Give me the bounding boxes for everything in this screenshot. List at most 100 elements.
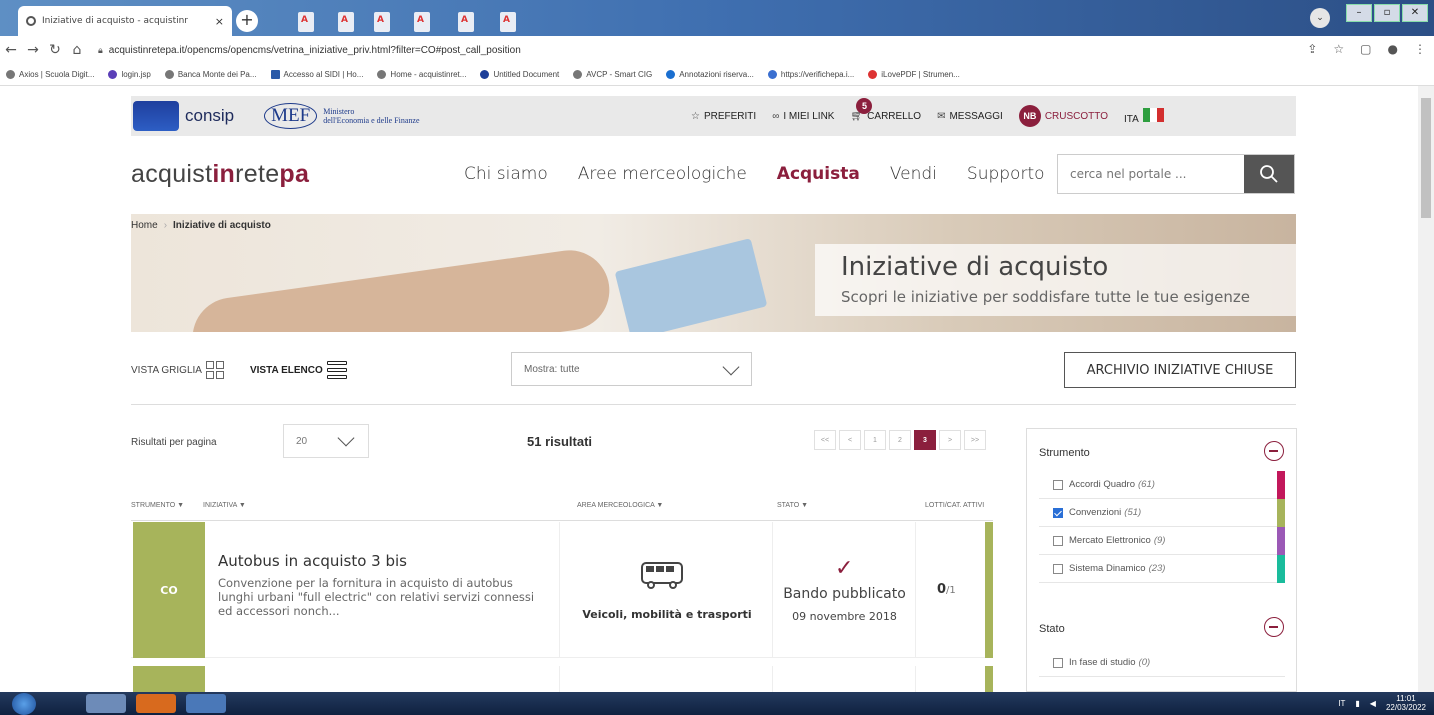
page-number[interactable]: 2 <box>889 430 911 450</box>
browser-tab[interactable]: Iniziative di acquisto - acquistinr × <box>18 6 232 36</box>
close-window-button[interactable]: ✕ <box>1402 4 1428 22</box>
pdf-tab-icon[interactable] <box>500 12 516 32</box>
scrollbar-thumb[interactable] <box>1421 98 1431 218</box>
col-strumento[interactable]: STRUMENTO ▼ <box>131 502 184 509</box>
nav-chi-siamo[interactable]: Chi siamo <box>464 164 548 184</box>
pdf-tab-icon[interactable] <box>338 12 354 32</box>
bookmark-item[interactable]: Untitled Document <box>480 70 559 79</box>
bookmark-item[interactable]: Annotazioni riserva... <box>666 70 754 79</box>
language-indicator[interactable]: IT <box>1338 699 1345 708</box>
page-prev[interactable]: < <box>839 430 861 450</box>
page-last[interactable]: >> <box>964 430 986 450</box>
home-icon[interactable]: ⌂ <box>66 42 88 58</box>
star-icon[interactable]: ☆ <box>1333 42 1344 56</box>
tab-title: Iniziative di acquisto - acquistinr <box>42 16 189 26</box>
pdf-tab-icon[interactable] <box>458 12 474 32</box>
filter-sistema-dinamico[interactable]: Sistema Dinamico (23) <box>1039 555 1285 583</box>
initiative-title[interactable]: Autobus in acquisto 3 bis <box>218 552 407 570</box>
filter-in-fase-di-studio[interactable]: In fase di studio (0) <box>1039 649 1285 677</box>
checkbox[interactable] <box>1053 563 1063 574</box>
forward-icon[interactable]: → <box>22 42 44 58</box>
row-color-bar <box>985 522 993 658</box>
menu-icon[interactable]: ⋮ <box>1414 42 1426 56</box>
pdf-tab-icon[interactable] <box>298 12 314 32</box>
breadcrumb-home[interactable]: Home <box>131 220 158 231</box>
preferiti-link[interactable]: ☆ PREFERITI <box>691 111 756 122</box>
tab-search-icon[interactable]: ⌄ <box>1310 8 1330 28</box>
chrome-taskbar-icon[interactable] <box>186 694 226 713</box>
bookmark-item[interactable]: https://verifichepa.i... <box>767 70 854 79</box>
collapse-minus-icon[interactable] <box>1264 441 1284 461</box>
share-icon[interactable]: ⇪ <box>1307 42 1317 56</box>
search-button[interactable] <box>1244 155 1294 193</box>
col-area[interactable]: AREA MERCEOLOGICA ▼ <box>577 502 663 509</box>
bookmark-item[interactable]: iLovePDF | Strumen... <box>868 70 960 79</box>
minimize-button[interactable]: – <box>1346 4 1372 22</box>
row-color-bar <box>985 666 993 692</box>
messaggi-link[interactable]: ✉ MESSAGGI <box>937 111 1003 122</box>
page-first[interactable]: << <box>814 430 836 450</box>
tab-close-icon[interactable]: × <box>215 15 224 28</box>
consip-logo[interactable] <box>133 101 179 131</box>
list-view-icon <box>326 361 347 379</box>
filter-mercato-elettronico[interactable]: Mercato Elettronico (9) <box>1039 527 1285 555</box>
hero-image <box>187 245 615 332</box>
checkbox[interactable] <box>1053 535 1063 546</box>
page-scrollbar[interactable] <box>1418 86 1434 692</box>
network-icon[interactable]: ▮ <box>1355 699 1359 708</box>
pdf-tab-icon[interactable] <box>374 12 390 32</box>
bookmark-item[interactable]: login.jsp <box>108 70 151 79</box>
volume-icon[interactable]: ◀ <box>1370 699 1376 708</box>
area-cell <box>559 666 773 692</box>
nav-supporto[interactable]: Supporto <box>967 164 1045 184</box>
filter-accordi-quadro[interactable]: Accordi Quadro (61) <box>1039 471 1285 499</box>
profile-icon[interactable]: ● <box>1388 42 1398 56</box>
carrello-link[interactable]: 5 🛒︎ CARRELLO <box>850 97 921 122</box>
nav-aree-merceologiche[interactable]: Aree merceologiche <box>578 164 747 184</box>
pdf-tab-icon[interactable] <box>414 12 430 32</box>
maximize-button[interactable]: ▫ <box>1374 4 1400 22</box>
bookmark-item[interactable]: Accesso al SIDI | Ho... <box>270 70 363 79</box>
mostra-select[interactable]: Mostra: tutte <box>511 352 752 386</box>
checkbox[interactable] <box>1053 657 1063 668</box>
col-iniziativa[interactable]: INIZIATIVA ▼ <box>203 502 246 509</box>
per-page-select[interactable]: 20 <box>283 424 369 458</box>
page-number[interactable]: 1 <box>864 430 886 450</box>
start-button[interactable] <box>12 693 36 715</box>
page-next[interactable]: > <box>939 430 961 450</box>
col-stato[interactable]: STATO ▼ <box>777 502 808 509</box>
explorer-taskbar-icon[interactable] <box>86 694 126 713</box>
collapse-minus-icon[interactable] <box>1264 617 1284 637</box>
nav-vendi[interactable]: Vendi <box>890 164 937 184</box>
cruscotto-link[interactable]: NB CRUSCOTTO <box>1018 105 1108 127</box>
bookmark-item[interactable]: AVCP - Smart CIG <box>573 70 652 79</box>
mef-logo[interactable]: MEF <box>264 103 318 129</box>
bookmark-item[interactable]: Axios | Scuola Digit... <box>6 70 94 79</box>
system-clock[interactable]: 11:01 22/03/2022 <box>1386 694 1426 712</box>
nav-acquista[interactable]: Acquista <box>777 164 860 184</box>
filter-convenzioni[interactable]: Convenzioni (51) <box>1039 499 1285 527</box>
search-input[interactable] <box>1058 155 1244 193</box>
cart-count-badge: 5 <box>856 97 873 114</box>
checkbox-checked[interactable] <box>1053 507 1063 518</box>
firefox-taskbar-icon[interactable] <box>136 694 176 713</box>
table-row[interactable]: CO Autobus in acquisto 3 bis Convenzione… <box>131 522 993 658</box>
url-field[interactable]: 🔒︎ acquistinretepa.it/opencms/opencms/vet… <box>98 45 521 56</box>
bookmark-item[interactable]: Banca Monte dei Pa... <box>164 70 257 79</box>
site-logo[interactable]: acquistinretepa <box>131 160 309 189</box>
bookmark-item[interactable]: Home - acquistinret... <box>377 70 466 79</box>
reload-icon[interactable]: ↻ <box>44 42 66 58</box>
language-selector[interactable]: ITA <box>1124 107 1164 125</box>
table-row[interactable] <box>131 666 993 692</box>
vista-elenco-toggle[interactable]: VISTA ELENCO <box>250 361 347 379</box>
initiative-description: Convenzione per la fornitura in acquisto… <box>218 576 535 618</box>
checkbox[interactable] <box>1053 479 1063 490</box>
area-cell: Veicoli, mobilità e trasporti <box>559 522 773 658</box>
miei-link[interactable]: ∞ I MIEI LINK <box>772 111 834 122</box>
archivio-iniziative-button[interactable]: ARCHIVIO INIZIATIVE CHIUSE <box>1064 352 1296 388</box>
page-current[interactable]: 3 <box>914 430 936 450</box>
vista-griglia-toggle[interactable]: VISTA GRIGLIA <box>131 361 224 379</box>
new-tab-button[interactable]: + <box>236 10 258 32</box>
back-icon[interactable]: ← <box>0 42 22 58</box>
sidebar-icon[interactable]: ▢ <box>1360 42 1371 56</box>
